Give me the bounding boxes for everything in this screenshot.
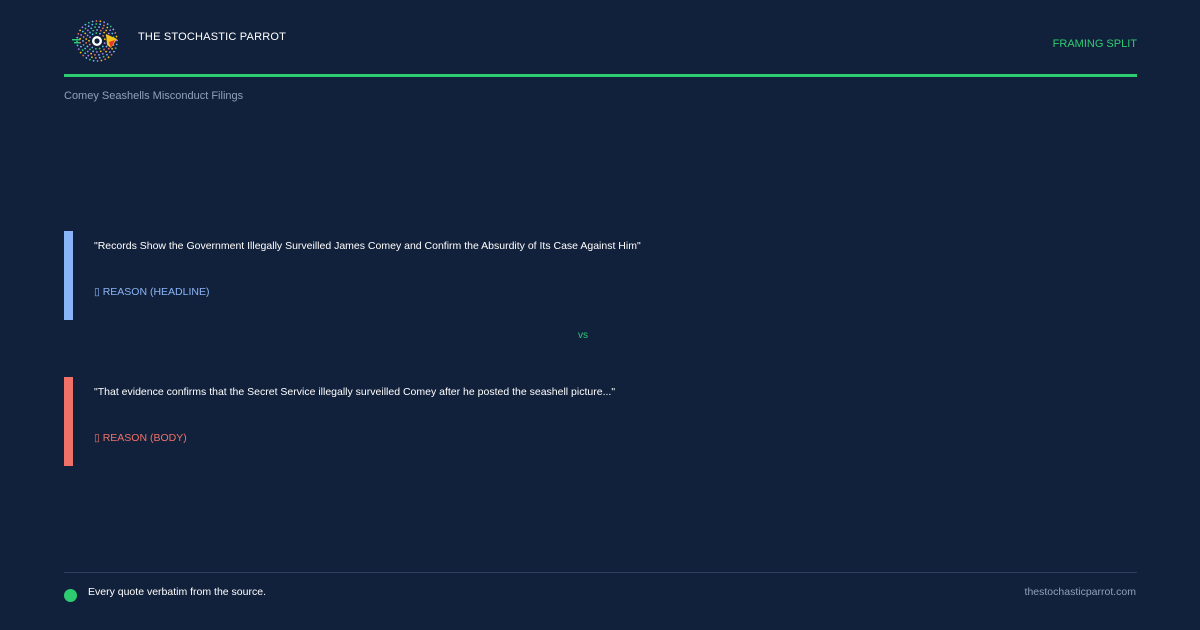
quote-text: "Records Show the Government Illegally S… <box>94 240 641 252</box>
quote-accent-bar <box>64 231 73 320</box>
header: THE STOCHASTIC PARROT FRAMING SPLIT <box>64 16 1137 76</box>
quote-source: ▯ REASON (HEADLINE) <box>94 286 210 298</box>
quote-card-headline: "Records Show the Government Illegally S… <box>64 231 1137 320</box>
quote-source: ▯ REASON (BODY) <box>94 432 187 444</box>
framing-tag: FRAMING SPLIT <box>1052 38 1137 50</box>
header-divider <box>64 74 1137 77</box>
topic-title: Comey Seashells Misconduct Filings <box>64 90 244 102</box>
quote-text: "That evidence confirms that the Secret … <box>94 386 616 398</box>
quote-accent-bar <box>64 377 73 466</box>
parrot-logo-icon <box>72 20 118 62</box>
footer-site-link[interactable]: thestochasticparrot.com <box>1025 586 1136 598</box>
brand-name: THE STOCHASTIC PARROT <box>138 31 287 43</box>
quote-card-body: "That evidence confirms that the Secret … <box>64 377 1137 466</box>
versus-label: vs <box>578 330 588 341</box>
footer-divider <box>64 572 1137 573</box>
footer-note: Every quote verbatim from the source. <box>88 586 266 598</box>
status-dot-icon <box>64 589 77 602</box>
